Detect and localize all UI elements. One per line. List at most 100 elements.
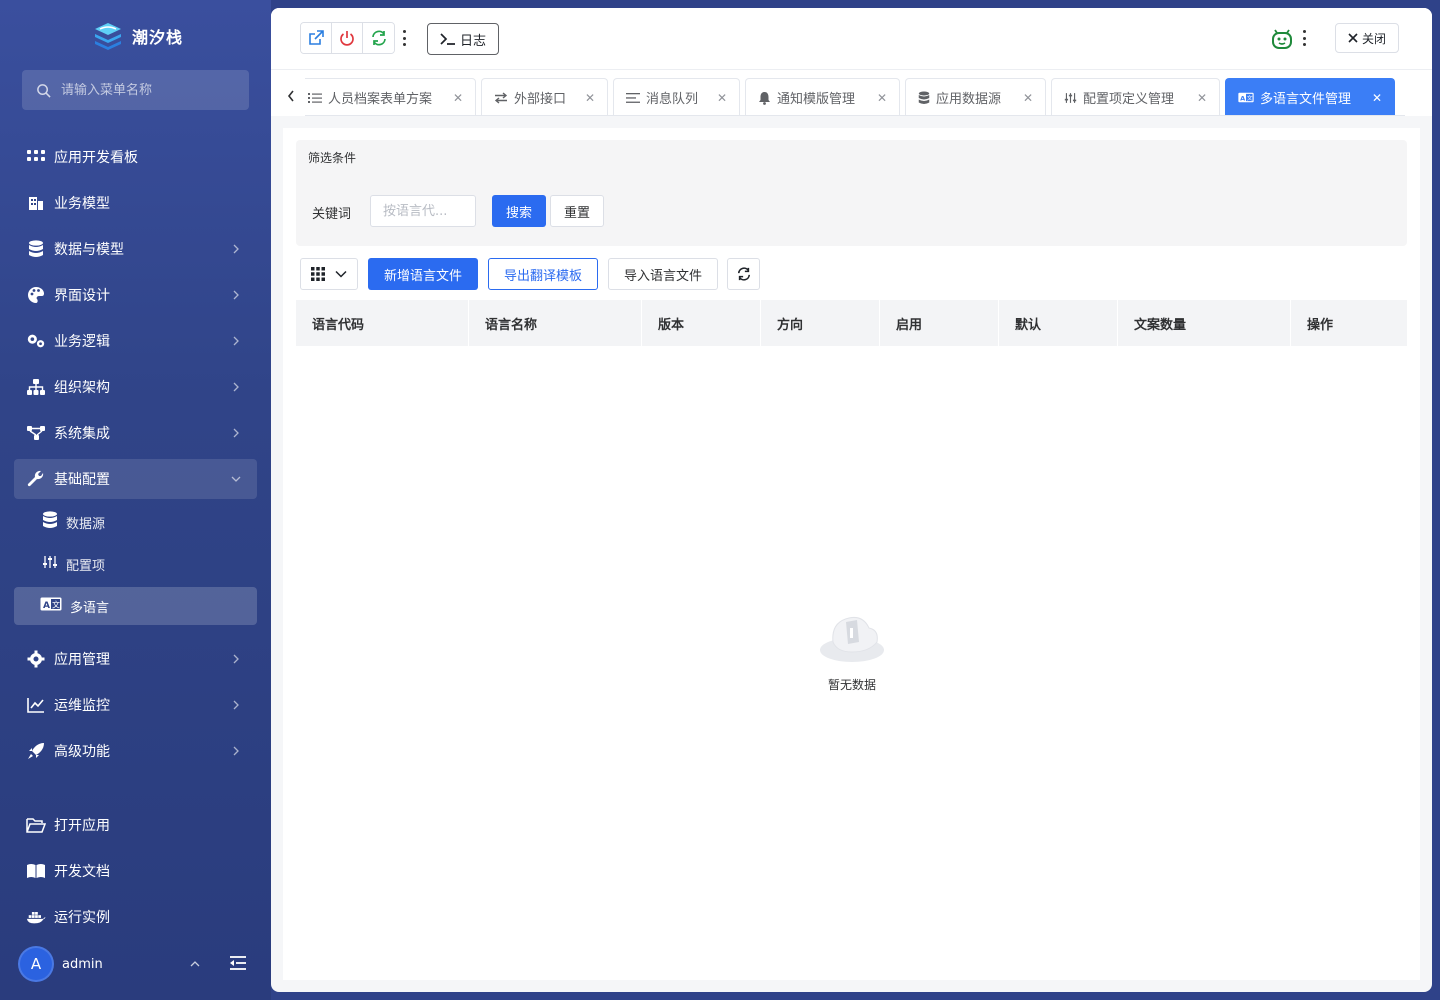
keyword-input[interactable] bbox=[370, 195, 476, 227]
nav-item-org[interactable]: 组织架构 bbox=[14, 367, 257, 407]
column-header[interactable]: 方向 bbox=[761, 300, 880, 346]
sub-item-datasource[interactable]: 数据源 bbox=[14, 503, 257, 541]
refresh-icon bbox=[737, 267, 750, 281]
nav-item-instances[interactable]: 运行实例 bbox=[14, 897, 257, 937]
nav-item-dashboard[interactable]: 应用开发看板 bbox=[14, 137, 257, 177]
chevron-left-icon[interactable] bbox=[287, 90, 295, 102]
keyword-label: 关键词 bbox=[312, 207, 352, 222]
empty-text: 暂无数据 bbox=[827, 678, 876, 692]
toolbar-button-group bbox=[300, 22, 395, 54]
sub-item-label: 数据源 bbox=[66, 516, 106, 532]
chevron-right-icon bbox=[233, 382, 239, 392]
tab-external-api[interactable]: 外部接口 ✕ bbox=[481, 78, 608, 115]
tab-label: 配置项定义管理 bbox=[1083, 92, 1175, 107]
search-icon bbox=[37, 83, 51, 98]
main-panel: 日志 关闭 人员档案表单方案 ✕ 外部接口 ✕ 消息队列 ✕ 通知模版管理 ✕ … bbox=[271, 8, 1432, 992]
database-icon bbox=[918, 91, 930, 104]
tab-close-icon[interactable]: ✕ bbox=[867, 91, 887, 105]
svg-text:文: 文 bbox=[52, 600, 60, 610]
page-content: 筛选条件 关键词 搜索 重置 新增语言文件 导出翻译模板 导入语言文件 语言代码… bbox=[283, 128, 1420, 980]
empty-state: 暂无数据 bbox=[819, 612, 885, 693]
nav-item-ui-design[interactable]: 界面设计 bbox=[14, 275, 257, 315]
close-button[interactable]: 关闭 bbox=[1335, 23, 1399, 53]
chevron-right-icon bbox=[233, 244, 239, 254]
nav-item-basic-config[interactable]: 基础配置 bbox=[14, 459, 257, 499]
database-icon bbox=[26, 239, 46, 259]
tab-close-icon[interactable]: ✕ bbox=[1013, 91, 1033, 105]
sliders-icon bbox=[1064, 92, 1077, 103]
nav-item-data-model[interactable]: 数据与模型 bbox=[14, 229, 257, 269]
column-header[interactable]: 版本 bbox=[642, 300, 761, 346]
tab-close-icon[interactable]: ✕ bbox=[443, 91, 463, 105]
nav-item-docs[interactable]: 开发文档 bbox=[14, 851, 257, 891]
chevron-right-icon bbox=[233, 290, 239, 300]
log-button[interactable]: 日志 bbox=[427, 23, 499, 55]
column-header[interactable]: 文案数量 bbox=[1118, 300, 1291, 346]
tab-close-icon[interactable]: ✕ bbox=[575, 91, 595, 105]
column-header[interactable]: 语言名称 bbox=[469, 300, 642, 346]
nav-item-business-logic[interactable]: 业务逻辑 bbox=[14, 321, 257, 361]
menu-search-input[interactable] bbox=[61, 82, 241, 98]
reload-button[interactable] bbox=[363, 23, 394, 53]
wrench-icon bbox=[26, 469, 46, 489]
tab-app-datasource[interactable]: 应用数据源 ✕ bbox=[905, 78, 1046, 115]
collapse-sidebar-icon[interactable] bbox=[229, 954, 247, 972]
chevron-right-icon bbox=[233, 746, 239, 756]
chevron-up-icon[interactable] bbox=[188, 957, 202, 971]
nav-item-business-model[interactable]: 业务模型 bbox=[14, 183, 257, 223]
nav-label: 数据与模型 bbox=[54, 242, 124, 258]
sub-item-label: 配置项 bbox=[66, 558, 106, 574]
nav-label: 打开应用 bbox=[54, 818, 110, 834]
column-header[interactable]: 语言代码 bbox=[296, 300, 469, 346]
tab-close-icon[interactable]: ✕ bbox=[707, 91, 727, 105]
nav-item-ops-monitor[interactable]: 运维监控 bbox=[14, 685, 257, 725]
nav-label: 系统集成 bbox=[54, 426, 110, 442]
nav-item-integration[interactable]: 系统集成 bbox=[14, 413, 257, 453]
sub-item-i18n[interactable]: A文 多语言 bbox=[14, 587, 257, 625]
reset-button[interactable]: 重置 bbox=[550, 195, 604, 227]
power-button[interactable] bbox=[332, 23, 363, 53]
nav-label: 运行实例 bbox=[54, 910, 110, 926]
column-settings-button[interactable] bbox=[300, 258, 358, 290]
tabs-scroll-area: 人员档案表单方案 ✕ 外部接口 ✕ 消息队列 ✕ 通知模版管理 ✕ 应用数据源 bbox=[305, 78, 1405, 116]
tab-message-queue[interactable]: 消息队列 ✕ bbox=[613, 78, 740, 115]
tab-employee-form[interactable]: 人员档案表单方案 ✕ bbox=[305, 78, 476, 115]
nav-item-app-management[interactable]: 应用管理 bbox=[14, 639, 257, 679]
nav-item-open-app[interactable]: 打开应用 bbox=[14, 805, 257, 845]
search-button[interactable]: 搜索 bbox=[492, 195, 546, 227]
sub-item-config[interactable]: 配置项 bbox=[14, 545, 257, 583]
nav-item-advanced[interactable]: 高级功能 bbox=[14, 731, 257, 771]
chevron-right-icon bbox=[233, 700, 239, 710]
log-label: 日志 bbox=[459, 33, 486, 49]
tab-label: 应用数据源 bbox=[936, 92, 1002, 107]
import-language-file-button[interactable]: 导入语言文件 bbox=[608, 258, 718, 290]
line-chart-icon bbox=[26, 695, 46, 715]
avatar[interactable]: A bbox=[18, 946, 54, 982]
tab-config-definition[interactable]: 配置项定义管理 ✕ bbox=[1051, 78, 1220, 115]
table-header: 语言代码 语言名称 版本 方向 启用 默认 文案数量 操作 bbox=[296, 300, 1407, 346]
nav-label: 运维监控 bbox=[54, 698, 110, 714]
column-header[interactable]: 启用 bbox=[880, 300, 999, 346]
language-icon: A文 bbox=[40, 597, 62, 615]
tab-i18n-files[interactable]: A文 多语言文件管理 ✕ bbox=[1225, 78, 1395, 115]
column-header[interactable]: 操作 bbox=[1291, 300, 1407, 346]
assistant-robot-icon[interactable] bbox=[1270, 26, 1294, 50]
more-menu-icon[interactable] bbox=[401, 30, 407, 46]
menu-search[interactable] bbox=[22, 70, 249, 110]
refresh-table-button[interactable] bbox=[727, 258, 760, 290]
tab-close-icon[interactable]: ✕ bbox=[1362, 91, 1382, 105]
user-profile[interactable]: A admin bbox=[18, 946, 258, 982]
open-external-button[interactable] bbox=[301, 23, 332, 53]
export-template-button[interactable]: 导出翻译模板 bbox=[488, 258, 598, 290]
chevron-down-icon bbox=[335, 270, 347, 278]
add-language-file-button[interactable]: 新增语言文件 bbox=[368, 258, 478, 290]
svg-text:A: A bbox=[43, 601, 50, 611]
column-header[interactable]: 默认 bbox=[999, 300, 1118, 346]
tab-close-icon[interactable]: ✕ bbox=[1187, 91, 1207, 105]
more-menu-icon[interactable] bbox=[1301, 30, 1307, 46]
user-name: admin bbox=[62, 956, 103, 972]
sliders-icon bbox=[42, 555, 58, 573]
app-logo[interactable]: 潮汐栈 bbox=[92, 20, 183, 52]
tab-notify-template[interactable]: 通知模版管理 ✕ bbox=[745, 78, 900, 115]
org-chart-icon bbox=[26, 377, 46, 397]
